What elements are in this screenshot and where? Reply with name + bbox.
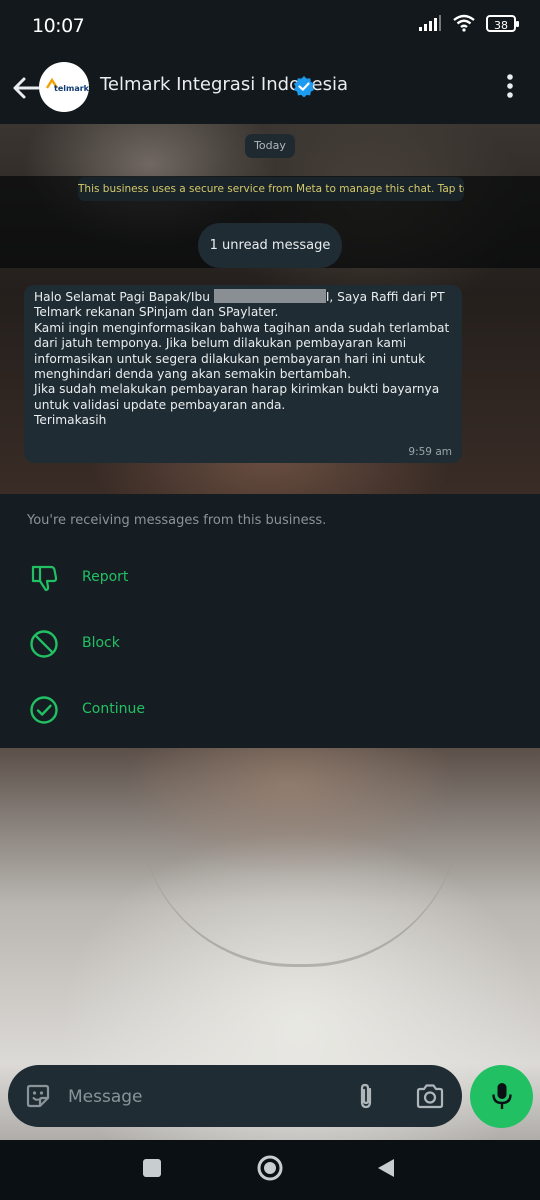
incoming-message-bubble[interactable]: Halo Selamat Pagi Bapak/Ibu I, Saya Raff… [24,285,462,463]
block-label: Block [82,635,120,651]
system-nav-bar [0,1140,540,1200]
redacted-name-block [213,289,326,303]
unread-indicator: 1 unread message [198,223,342,268]
report-button[interactable]: Report [0,548,540,608]
message-text: Halo Selamat Pagi Bapak/Ibu I, Saya Raff… [34,289,452,429]
attachment-icon[interactable] [352,1081,380,1111]
check-circle-icon [30,696,58,724]
status-bar: 10:07 38 [0,0,540,52]
sheet-caption: You're receiving messages from this busi… [27,513,327,528]
signal-icon [419,15,441,31]
date-chip: Today [245,134,295,158]
report-label: Report [82,569,129,585]
thumbs-down-icon [31,565,58,592]
nav-back-icon[interactable] [375,1157,397,1179]
camera-icon[interactable] [414,1081,446,1111]
encryption-notice[interactable]: This business uses a secure service from… [78,177,464,201]
recent-apps-icon[interactable] [143,1159,161,1177]
block-button[interactable]: Block [0,614,540,674]
home-icon[interactable] [256,1154,284,1182]
business-action-sheet: You're receiving messages from this busi… [0,494,540,748]
block-icon [30,630,58,658]
continue-button[interactable]: Continue [0,680,540,740]
message-greeting: Halo Selamat Pagi Bapak/Ibu [34,290,214,304]
microphone-icon [492,1083,512,1109]
message-composer [8,1065,462,1127]
verified-badge-icon [294,76,314,97]
wifi-icon [453,14,475,32]
message-body: Kami ingin menginformasikan bahwa tagiha… [34,320,450,428]
voice-message-button[interactable] [470,1065,533,1128]
avatar-label: telmark [54,84,89,93]
status-time: 10:07 [32,15,85,37]
message-timestamp: 9:59 am [408,446,452,458]
continue-label: Continue [82,701,145,717]
battery-icon: 38 [486,14,519,32]
more-options-icon[interactable] [498,70,522,102]
battery-level: 38 [494,18,508,32]
avatar[interactable]: telmark [39,62,89,112]
status-icons: 38 [418,14,519,32]
message-input[interactable] [66,1079,340,1115]
sticker-icon[interactable] [24,1082,52,1110]
